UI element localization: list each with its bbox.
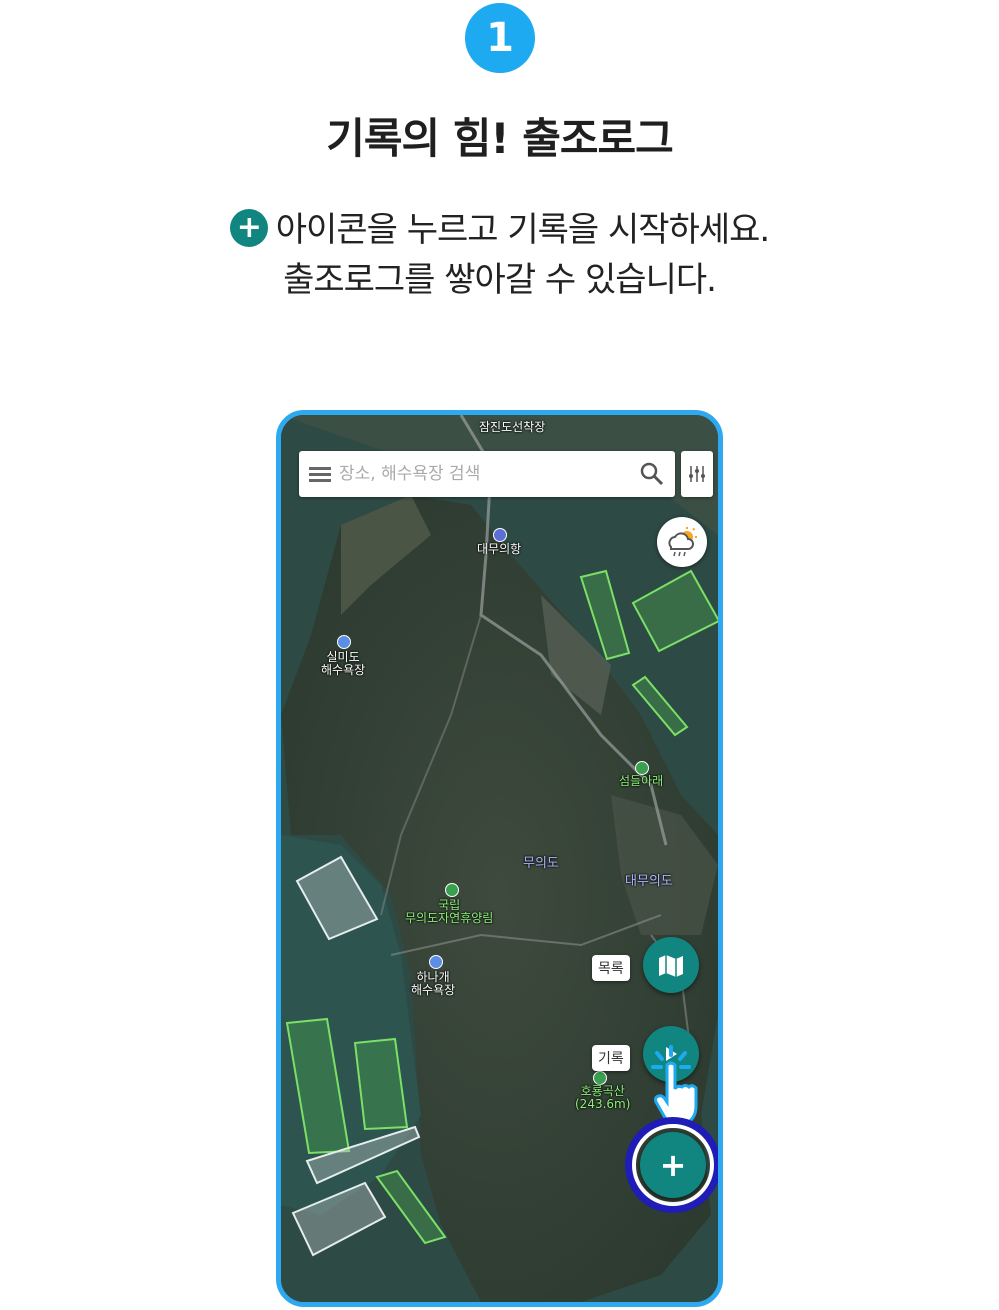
filter-button[interactable] — [681, 451, 713, 497]
description: + 아이콘을 누르고 기록을 시작하세요. 출조로그를 쌓아갈 수 있습니다. — [0, 205, 999, 305]
search-icon[interactable] — [639, 461, 665, 487]
beach-pin-icon[interactable] — [337, 635, 351, 649]
weather-button[interactable] — [657, 517, 707, 567]
map-label-mountain[interactable]: 호룡곡산 (243.6m) — [575, 1085, 630, 1111]
map-label-trail[interactable]: 섬들아래 — [619, 775, 663, 788]
map-label-top-pier[interactable]: 잠진도선착장 — [479, 421, 545, 434]
add-record-button[interactable]: + — [640, 1132, 706, 1198]
map-label-island2[interactable]: 대무의도 — [625, 875, 673, 888]
list-label: 목록 — [592, 955, 630, 981]
forest-pin-icon[interactable] — [445, 883, 459, 897]
mountain-pin-icon[interactable] — [593, 1071, 607, 1085]
plus-circle-icon: + — [229, 208, 268, 247]
search-input[interactable] — [337, 463, 639, 485]
trail-pin-icon[interactable] — [635, 761, 649, 775]
list-button[interactable] — [643, 937, 699, 993]
step-number-badge: 1 — [465, 3, 535, 73]
map-label-beach2[interactable]: 하나개 해수욕장 — [411, 971, 455, 997]
record-label: 기록 — [592, 1045, 630, 1071]
map-label-island[interactable]: 무의도 — [523, 857, 559, 870]
weather-icon — [668, 527, 697, 557]
search-bar[interactable] — [299, 451, 675, 497]
beach2-pin-icon[interactable] — [429, 955, 443, 969]
sliders-icon — [689, 466, 705, 482]
menu-icon[interactable] — [309, 464, 331, 485]
map-label-beach1[interactable]: 실미도 해수욕장 — [321, 651, 365, 677]
port-pin-icon[interactable] — [493, 528, 507, 542]
map-label-port[interactable]: 대무의항 — [477, 543, 521, 556]
description-line2: 출조로그를 쌓아갈 수 있습니다. — [283, 260, 717, 300]
description-line1: 아이콘을 누르고 기록을 시작하세요. — [275, 210, 770, 250]
map-icon — [659, 955, 683, 977]
phone-mockup: 잠진도선착장 대무의항 실미도 해수욕장 섬들아래 무의도 대무의도 국립 무의… — [276, 410, 723, 1307]
page-title: 기록의 힘! 출조로그 — [326, 114, 674, 163]
map-label-forest[interactable]: 국립 무의도자연휴양림 — [405, 899, 493, 925]
